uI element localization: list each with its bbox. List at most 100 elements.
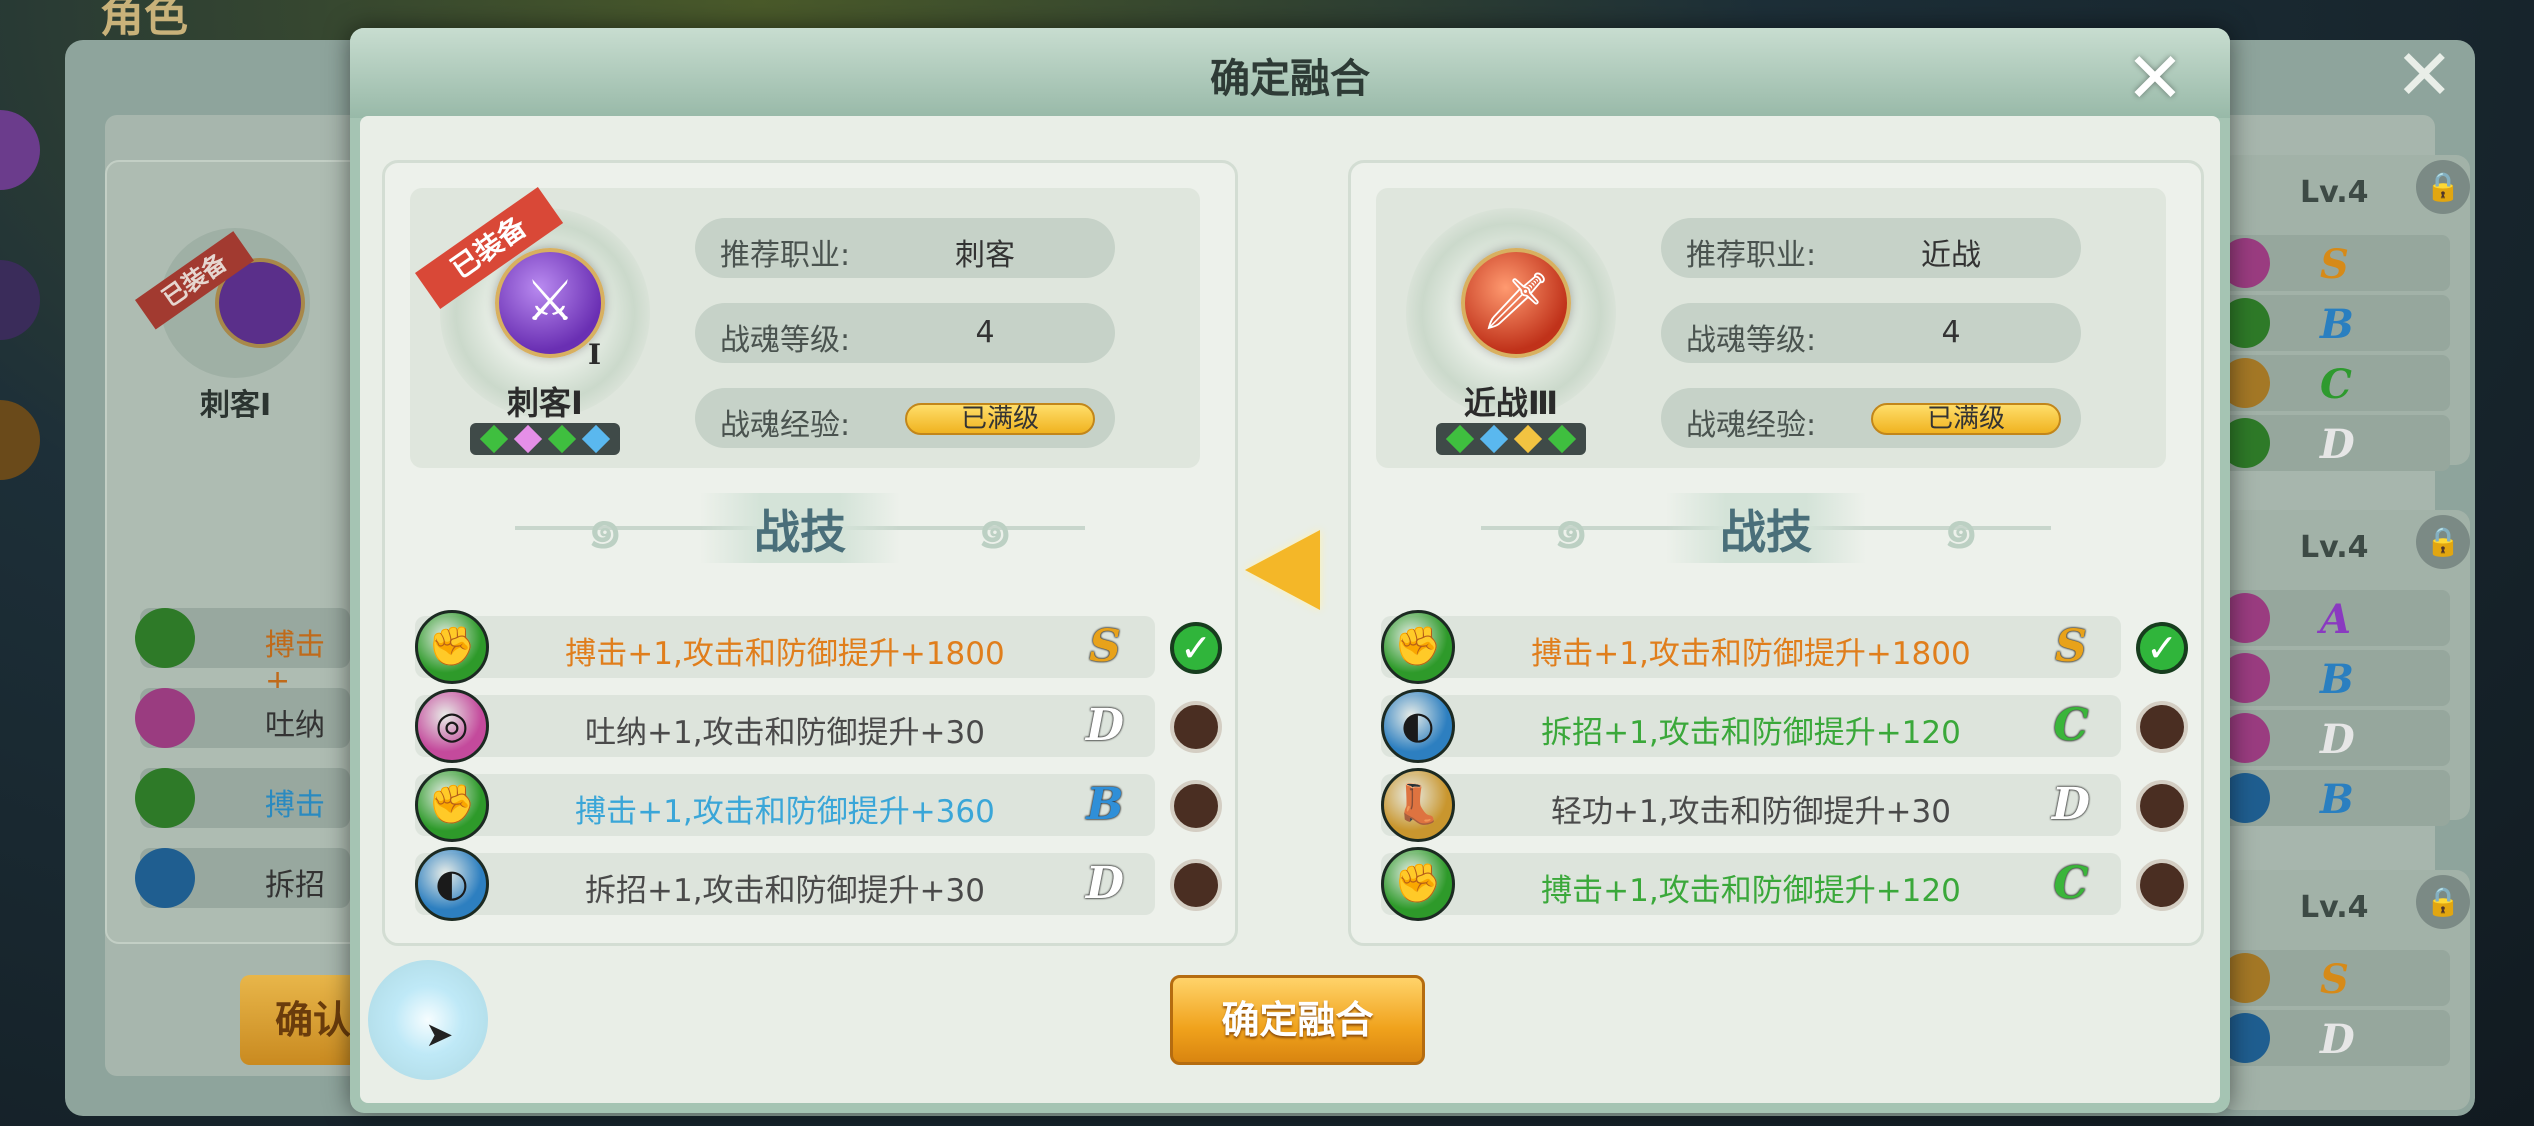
gem-icon (1547, 424, 1577, 454)
grade-badge: D (1085, 858, 1125, 909)
right-soul-panel: 🗡 近战Ⅲ 推荐职业: 近战 战魂等级: 4 战魂经验: 已满级 ๑ ๑ 战技 … (1348, 160, 2204, 946)
parry-icon (135, 848, 195, 908)
parry-icon: ◐ (1381, 689, 1455, 763)
skill-text: 搏击+1,攻击和防御提升+1800 (1531, 636, 1971, 672)
stat-label: 推荐职业: (1686, 238, 1817, 273)
bg-class-name: 刺客Ⅰ (200, 388, 272, 423)
skill-row[interactable]: ✊ 搏击+1,攻击和防御提升+1800 S ✓ (1381, 610, 2188, 684)
grade-badge: D (2051, 779, 2091, 830)
gem-icon (513, 424, 543, 454)
bg-grade: D (2320, 716, 2355, 763)
bg-skill-text: 拆招 (265, 868, 325, 903)
bg-grade-row: B (2220, 650, 2450, 706)
skill-row[interactable]: ✊ 搏击+1,攻击和防御提升+1800 S ✓ (415, 610, 1222, 684)
checkmark-icon[interactable]: ✓ (1170, 622, 1222, 674)
stat-level: 战魂等级: 4 (695, 303, 1115, 363)
stat-value: 4 (1941, 315, 1961, 350)
bg-level-label: Lv.4 (2300, 175, 2369, 210)
parry-icon: ◐ (415, 847, 489, 921)
bg-grade: D (2320, 421, 2355, 468)
skill-row[interactable]: ◐ 拆招+1,攻击和防御提升+30 D (415, 847, 1222, 921)
left-info-box: ⚔ Ⅰ 已装备 刺客Ⅰ 推荐职业: 刺客 战魂等级: 4 战魂经验: 已满级 (410, 186, 1200, 468)
fist-icon: ✊ (415, 610, 489, 684)
bg-level-box: Lv.4 🔒 S B C D (2220, 155, 2470, 471)
left-soul-panel: ⚔ Ⅰ 已装备 刺客Ⅰ 推荐职业: 刺客 战魂等级: 4 战魂经验: 已满级 ๑… (382, 160, 1238, 946)
select-toggle[interactable] (1170, 859, 1222, 911)
gem-icon (479, 424, 509, 454)
select-toggle[interactable] (2136, 780, 2188, 832)
skill-text: 吐纳+1,攻击和防御提升+30 (585, 715, 985, 751)
sword-icon[interactable]: 🗡 (1461, 248, 1571, 358)
lock-icon[interactable]: 🔒 (2416, 160, 2470, 214)
bg-grade: B (2320, 301, 2354, 348)
cloud-ornament-icon: ๑ (1941, 493, 1981, 563)
bg-grade: B (2320, 776, 2354, 823)
swirl-icon: ◎ (415, 689, 489, 763)
skill-text: 搏击+1,攻击和防御提升+120 (1541, 873, 1961, 909)
cloud-ornament-icon: ๑ (1551, 493, 1591, 563)
grade-badge: C (2053, 700, 2089, 751)
close-x-icon[interactable]: ✕ (2120, 43, 2190, 113)
bg-grade-row: D (2220, 415, 2450, 471)
skill-text: 搏击+1,攻击和防御提升+1800 (565, 636, 1005, 672)
fist-icon (135, 608, 195, 668)
confirm-fusion-button[interactable]: 确定融合 (1170, 975, 1425, 1065)
skill-row[interactable]: ◎ 吐纳+1,攻击和防御提升+30 D (415, 689, 1222, 763)
stat-exp: 战魂经验: 已满级 (695, 388, 1115, 448)
gem-icon (581, 424, 611, 454)
fist-icon: ✊ (1381, 847, 1455, 921)
skill-text: 轻功+1,攻击和防御提升+30 (1551, 794, 1951, 830)
skills-title: 战技 (754, 505, 846, 559)
bg-grade: S (2320, 956, 2349, 1003)
select-toggle[interactable] (1170, 701, 1222, 753)
grade-badge: S (1089, 621, 1121, 672)
cloud-ornament-icon: ๑ (975, 493, 1015, 563)
bg-level-box: Lv.4 🔒 A B D B (2220, 510, 2470, 826)
skill-text: 搏击+1,攻击和防御提升+360 (575, 794, 995, 830)
skill-row[interactable]: ◐ 拆招+1,攻击和防御提升+120 C (1381, 689, 2188, 763)
class-name: 近战Ⅲ (1463, 384, 1559, 422)
skill-text: 拆招+1,攻击和防御提升+30 (585, 873, 985, 909)
arrow-left-icon (1245, 530, 1320, 610)
bg-grade-row: C (2220, 355, 2450, 411)
lock-icon[interactable]: 🔒 (2416, 875, 2470, 929)
gem-icon (1479, 424, 1509, 454)
stat-value: 近战 (1921, 238, 1981, 273)
bg-right-column: Lv.4 🔒 S B C D Lv.4 🔒 A B D B Lv.4 🔒 S D (2220, 150, 2470, 1110)
bg-grade-row: D (2220, 710, 2450, 766)
stat-job: 推荐职业: 近战 (1661, 218, 2081, 278)
skills-title: 战技 (1720, 505, 1812, 559)
bg-level-label: Lv.4 (2300, 530, 2369, 565)
exp-bar: 已满级 (1871, 403, 2061, 435)
checkmark-icon[interactable]: ✓ (2136, 622, 2188, 674)
swirl-icon (135, 688, 195, 748)
fist-icon: ✊ (415, 768, 489, 842)
bg-title: 角色 (100, 0, 188, 42)
skill-row[interactable]: ✊ 搏击+1,攻击和防御提升+120 C (1381, 847, 2188, 921)
grade-badge: S (2055, 621, 2087, 672)
dialog-title: 确定融合 (1210, 56, 1370, 102)
select-toggle[interactable] (2136, 701, 2188, 753)
stat-label: 战魂经验: (1686, 408, 1817, 443)
bg-strip-icon[interactable] (0, 110, 40, 190)
bg-skill-row: 拆招 (135, 848, 350, 908)
bg-skill-row: 搏击 (135, 768, 350, 828)
stat-label: 战魂等级: (1686, 323, 1817, 358)
stat-value: 刺客 (955, 238, 1015, 273)
stat-exp: 战魂经验: 已满级 (1661, 388, 2081, 448)
bg-close-icon[interactable]: ✕ (2395, 40, 2465, 110)
bg-strip-icon[interactable] (0, 260, 40, 340)
select-toggle[interactable] (1170, 780, 1222, 832)
select-toggle[interactable] (2136, 859, 2188, 911)
stat-label: 战魂等级: (720, 323, 851, 358)
skill-row[interactable]: 👢 轻功+1,攻击和防御提升+30 D (1381, 768, 2188, 842)
bg-skill-row: 搏击+ (135, 608, 350, 699)
gem-icon (1445, 424, 1475, 454)
skill-row[interactable]: ✊ 搏击+1,攻击和防御提升+360 B (415, 768, 1222, 842)
bg-grade: C (2320, 361, 2352, 408)
grade-badge: C (2053, 858, 2089, 909)
lock-icon[interactable]: 🔒 (2416, 515, 2470, 569)
exp-bar: 已满级 (905, 403, 1095, 435)
cursor-arrow-icon: ➤ (425, 1015, 454, 1055)
bg-strip-icon[interactable] (0, 400, 40, 480)
